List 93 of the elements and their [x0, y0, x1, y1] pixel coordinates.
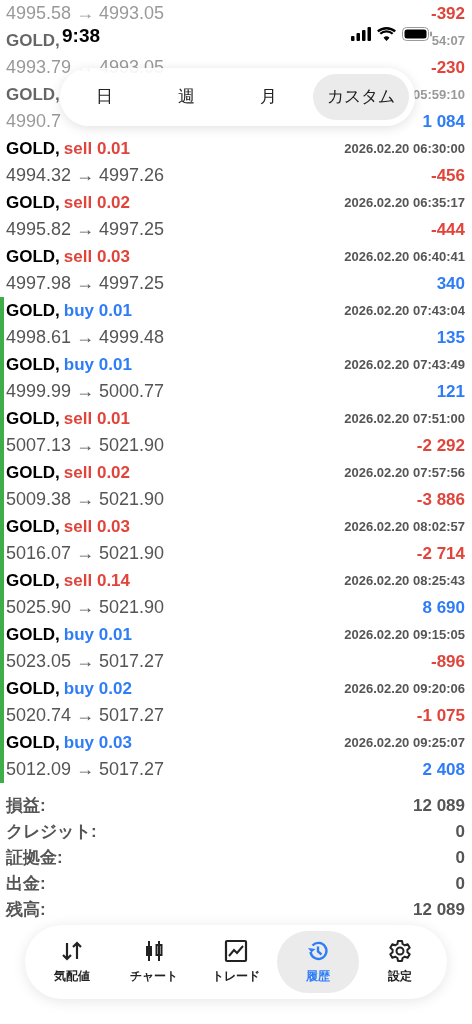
summary-value: 0	[455, 873, 465, 896]
summary-label: 出金:	[6, 873, 46, 896]
summary-value: 0	[455, 847, 465, 870]
trade-type: buy 0.02	[63, 677, 132, 700]
nav-tab[interactable]: 設定	[359, 931, 441, 993]
deal-profit: -456	[430, 164, 465, 187]
symbol: GOLD,	[6, 515, 60, 538]
signal-icon	[351, 27, 371, 41]
history-icon	[306, 939, 330, 963]
period-tab[interactable]: 月	[230, 74, 307, 120]
deal-time: 2026.02.20 09:20:06	[344, 679, 465, 698]
deal-profit: -2 292	[416, 434, 465, 457]
symbol: GOLD,	[6, 677, 60, 700]
deal-profit: -2 714	[416, 542, 465, 565]
deal-profit: -230	[430, 56, 465, 79]
symbol: GOLD,	[6, 461, 60, 484]
symbol: GOLD,	[6, 137, 60, 160]
deal-time: 05:59:10	[412, 85, 465, 104]
period-tab[interactable]: カスタム	[313, 74, 409, 120]
deal-prices: 4990.7	[6, 110, 62, 133]
deal-profit: -1 075	[416, 704, 465, 727]
symbol: GOLD,	[6, 569, 60, 592]
deal-time: 2026.02.20 07:57:56	[344, 463, 465, 482]
trade-type: sell 0.14	[63, 569, 130, 592]
deal-profit: -444	[430, 218, 465, 241]
trade-type: sell 0.01	[63, 137, 130, 160]
deal-profit: -3 886	[416, 488, 465, 511]
deal-time: 54:07	[431, 31, 465, 50]
summary-label: 損益:	[6, 795, 46, 818]
symbol: GOLD,	[6, 191, 60, 214]
deal-profit: -896	[430, 650, 465, 673]
symbol: GOLD,	[6, 407, 60, 430]
deal-time: 2026.02.20 08:25:43	[344, 571, 465, 590]
symbol: GOLD,	[6, 299, 60, 322]
summary-value: 12 089	[413, 899, 465, 922]
symbol: GOLD,	[6, 83, 60, 106]
deal-profit: 135	[436, 326, 465, 349]
deal-prices: 5025.90 → 5021.90	[6, 596, 165, 619]
deal-profit: 8 690	[422, 596, 465, 619]
symbol: GOLD,	[6, 623, 60, 646]
deal-prices: 5009.38 → 5021.90	[6, 488, 165, 511]
nav-tab[interactable]: トレード	[195, 931, 277, 993]
wifi-icon	[377, 27, 396, 41]
trade-type: buy 0.03	[63, 731, 132, 754]
deal-time: 2026.02.20 09:25:07	[344, 733, 465, 752]
trade-type: sell 0.02	[63, 461, 130, 484]
trade-type: buy 0.01	[63, 353, 132, 376]
deal-time: 2026.02.20 06:35:17	[344, 193, 465, 212]
trade-type: sell 0.03	[63, 515, 130, 538]
deal-profit: 1 084	[422, 110, 465, 133]
deal-prices: 5020.74 → 5017.27	[6, 704, 165, 727]
arrows-icon	[60, 939, 84, 963]
deal-time: 2026.02.20 06:40:41	[344, 247, 465, 266]
trade-type: sell 0.02	[63, 191, 130, 214]
deal-profit: -392	[430, 2, 465, 25]
deal-profit: 340	[436, 272, 465, 295]
line-chart-icon	[224, 939, 248, 963]
symbol: GOLD,	[6, 731, 60, 754]
deal-prices: 5012.09 → 5017.27	[6, 758, 165, 781]
deal-prices: 4995.82 → 4997.25	[6, 218, 165, 241]
deal-time: 2026.02.20 06:30:00	[344, 139, 465, 158]
deal-prices: 5016.07 → 5021.90	[6, 542, 165, 565]
trade-type: buy 0.01	[63, 299, 132, 322]
deal-profit: 121	[436, 380, 465, 403]
summary-value: 0	[455, 821, 465, 844]
deal-time: 2026.02.20 07:51:00	[344, 409, 465, 428]
deal-profit: 2 408	[422, 758, 465, 781]
deal-prices: 5007.13 → 5021.90	[6, 434, 165, 457]
trade-type: sell 0.01	[63, 407, 130, 430]
symbol: GOLD,	[6, 245, 60, 268]
deal-time: 2026.02.20 07:43:49	[344, 355, 465, 374]
deal-time: 2026.02.20 08:02:57	[344, 517, 465, 536]
trade-type: buy 0.01	[63, 623, 132, 646]
trade-type: sell 0.03	[63, 245, 130, 268]
symbol: GOLD,	[6, 29, 60, 52]
deal-prices: 4997.98 → 4997.25	[6, 272, 165, 295]
summary-value: 12 089	[413, 795, 465, 818]
deal-time: 2026.02.20 09:15:05	[344, 625, 465, 644]
deal-prices: 4995.58 → 4993.05	[6, 2, 165, 25]
deal-prices: 4994.32 → 4997.26	[6, 164, 165, 187]
deal-prices: 4999.99 → 5000.77	[6, 380, 165, 403]
summary-label: 証拠金:	[6, 847, 63, 870]
battery-icon	[402, 27, 432, 41]
symbol: GOLD,	[6, 353, 60, 376]
nav-tab[interactable]: 気配値	[31, 931, 113, 993]
nav-tab[interactable]: チャート	[113, 931, 195, 993]
summary-label: クレジット:	[6, 821, 97, 844]
status-time: 9:38	[62, 24, 101, 48]
deal-prices: 4998.61 → 4999.48	[6, 326, 165, 349]
summary-label: 残高:	[6, 899, 46, 922]
deal-prices: 5023.05 → 5017.27	[6, 650, 165, 673]
deal-time: 2026.02.20 07:43:04	[344, 301, 465, 320]
settings-icon	[388, 939, 412, 963]
